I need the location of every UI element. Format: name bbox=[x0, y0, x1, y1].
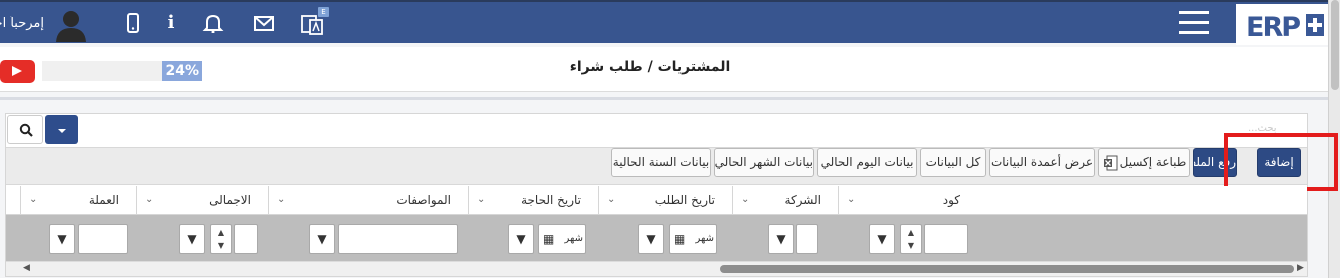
print-excel-button[interactable]: طباعة إكسيل bbox=[1098, 148, 1190, 177]
month-data-button[interactable]: بيانات الشهر الحالي bbox=[714, 148, 814, 177]
progress-bar: 24% bbox=[42, 61, 202, 81]
column-header-label: الشركة bbox=[784, 193, 821, 207]
column-header-label: المواصفات bbox=[396, 193, 451, 207]
column-header-company[interactable]: الشركة ⌄ bbox=[732, 186, 838, 215]
filter-icon[interactable]: ▼ bbox=[49, 224, 75, 254]
title-bar: 24% المشتريات / طلب شراء bbox=[0, 47, 1328, 92]
total-filter-input[interactable] bbox=[234, 224, 258, 254]
code-filter-stepper[interactable]: ▲ ▼ bbox=[900, 224, 922, 254]
search-icon bbox=[19, 123, 33, 137]
mail-icon[interactable] bbox=[253, 13, 275, 33]
column-header-total[interactable]: الاجمالى ⌄ bbox=[136, 186, 268, 215]
top-navbar: إمرحباً احمد i E ERP bbox=[0, 0, 1328, 45]
filter-icon[interactable]: ▼ bbox=[869, 224, 895, 254]
column-header-label: العملة bbox=[88, 193, 119, 207]
excel-icon bbox=[1104, 155, 1118, 171]
mobile-icon[interactable] bbox=[122, 13, 144, 33]
chevron-down-icon[interactable]: ⌄ bbox=[277, 194, 285, 205]
language-badge: E bbox=[318, 7, 329, 17]
filter-icon[interactable]: ▼ bbox=[179, 224, 205, 254]
highlight-annotation bbox=[1224, 133, 1338, 191]
year-data-button[interactable]: بيانات السنة الحالية bbox=[611, 148, 711, 177]
page-scrollbar-thumb[interactable] bbox=[1331, 0, 1339, 90]
column-header-label: تاريخ الحاجة bbox=[521, 193, 581, 207]
column-header-label: الاجمالى bbox=[209, 193, 251, 207]
logo-plus-icon bbox=[1306, 14, 1324, 36]
grid-horizontal-scrollbar[interactable]: ◀ ▶ bbox=[6, 261, 1307, 276]
scroll-left-icon[interactable]: ◀ bbox=[23, 263, 30, 273]
need-date-filter[interactable]: شهر ▦ bbox=[538, 224, 586, 254]
print-excel-label: طباعة إكسيل bbox=[1119, 155, 1187, 169]
horizontal-scrollbar-thumb[interactable] bbox=[720, 265, 1294, 273]
chevron-down-icon[interactable]: ⌄ bbox=[29, 194, 37, 205]
bell-icon[interactable] bbox=[202, 13, 224, 33]
language-icon[interactable] bbox=[301, 15, 323, 35]
month-label: شهر bbox=[564, 233, 583, 244]
column-header-need-date[interactable]: تاريخ الحاجة ⌄ bbox=[468, 186, 598, 215]
column-header-label: تاريخ الطلب bbox=[654, 193, 715, 207]
filter-icon[interactable]: ▼ bbox=[638, 224, 664, 254]
column-header-currency[interactable]: العملة ⌄ bbox=[20, 186, 136, 215]
info-icon[interactable]: i bbox=[160, 13, 182, 33]
chevron-down-icon[interactable]: ⌄ bbox=[607, 194, 615, 205]
progress-percent: 24% bbox=[162, 61, 202, 81]
currency-filter-input[interactable] bbox=[78, 224, 128, 254]
column-header-specifications[interactable]: المواصفات ⌄ bbox=[268, 186, 468, 215]
today-data-button[interactable]: بيانات اليوم الحالي bbox=[817, 148, 917, 177]
chevron-down-icon[interactable]: ⌄ bbox=[741, 194, 749, 205]
month-label: شهر bbox=[695, 233, 714, 244]
chevron-down-icon[interactable]: ⌄ bbox=[847, 194, 855, 205]
filter-icon[interactable]: ▼ bbox=[768, 224, 794, 254]
menu-icon[interactable] bbox=[1179, 11, 1209, 35]
grid-toolbar: بيانات السنة الحالية بيانات الشهر الحالي… bbox=[6, 147, 1307, 185]
chevron-down-icon[interactable]: ⌄ bbox=[477, 194, 485, 205]
column-header-code[interactable]: كود ⌄ bbox=[838, 186, 977, 215]
column-header-label: كود bbox=[942, 193, 960, 207]
chevron-down-icon[interactable]: ⌄ bbox=[145, 194, 153, 205]
logo-text: ERP bbox=[1246, 12, 1301, 43]
show-columns-button[interactable]: عرض أعمدة البيانات bbox=[989, 148, 1095, 177]
search-options-dropdown[interactable] bbox=[45, 115, 78, 144]
grid-filter-row: ▲ ▼ ▼ ▼ شهر ▦ ▼ شهر ▦ ▼ ▼ ▲ ▼ ▼ ▼ bbox=[6, 215, 1307, 261]
filter-icon[interactable]: ▼ bbox=[508, 224, 534, 254]
column-header-request-date[interactable]: تاريخ الطلب ⌄ bbox=[598, 186, 732, 215]
page-title: المشتريات / طلب شراء bbox=[569, 59, 731, 75]
youtube-play-icon[interactable] bbox=[0, 60, 35, 83]
avatar-icon[interactable] bbox=[55, 8, 87, 42]
total-filter-stepper[interactable]: ▲ ▼ bbox=[210, 224, 232, 254]
code-filter-input[interactable] bbox=[924, 224, 968, 254]
filter-icon[interactable]: ▼ bbox=[309, 224, 335, 254]
grid-header-row: كود ⌄ الشركة ⌄ تاريخ الطلب ⌄ تاريخ الحاج… bbox=[6, 186, 1307, 215]
scroll-right-icon[interactable]: ▶ bbox=[1297, 263, 1304, 273]
calendar-icon[interactable]: ▦ bbox=[674, 232, 685, 246]
section-divider bbox=[0, 97, 1328, 100]
request-date-filter[interactable]: شهر ▦ bbox=[669, 224, 717, 254]
search-button[interactable] bbox=[7, 115, 43, 144]
company-filter-input[interactable] bbox=[796, 224, 818, 254]
specifications-filter-input[interactable] bbox=[338, 224, 458, 254]
all-data-button[interactable]: كل البيانات bbox=[920, 148, 986, 177]
erp-logo: ERP bbox=[1236, 4, 1328, 45]
user-greeting[interactable]: إمرحباً احمد bbox=[0, 16, 44, 31]
calendar-icon[interactable]: ▦ bbox=[543, 232, 554, 246]
